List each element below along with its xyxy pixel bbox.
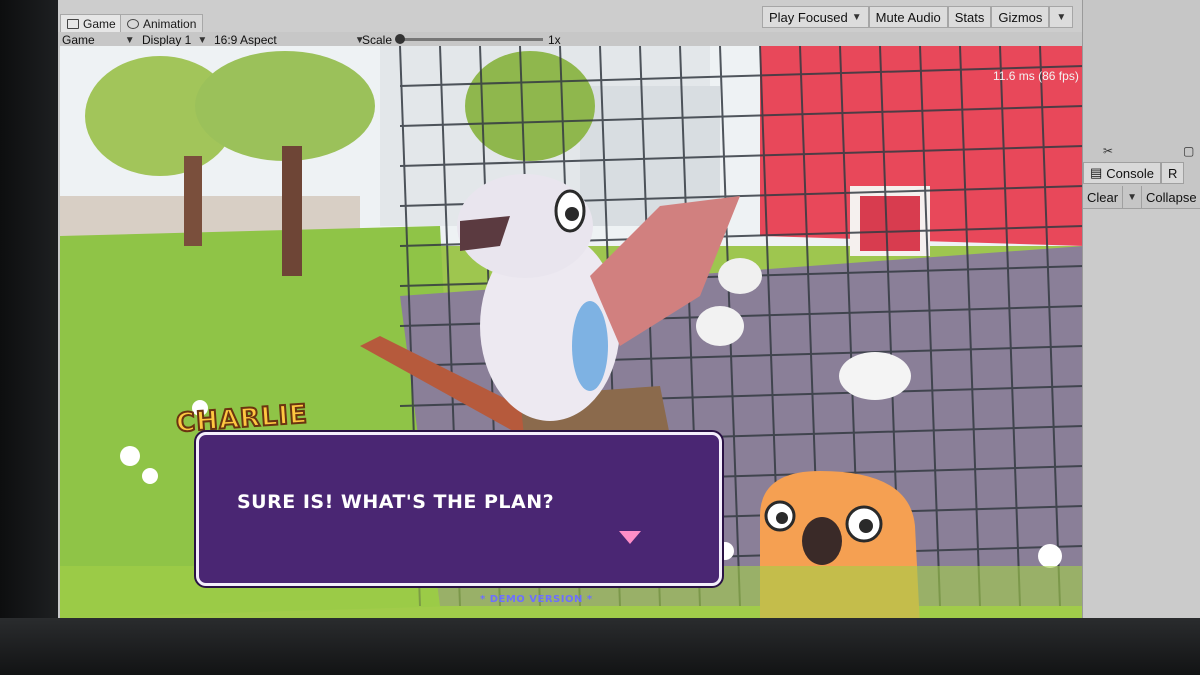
collapse-label: Collapse	[1145, 189, 1197, 205]
scale-label: Scale	[362, 33, 393, 47]
tab-console-label: Console	[1106, 165, 1154, 181]
orange-bird-pupil	[859, 519, 873, 533]
gizmos-button[interactable]: Gizmos	[991, 6, 1050, 28]
play-focused-dropdown[interactable]: Play Focused ▼	[762, 6, 869, 28]
game-viewport[interactable]: 11.6 ms (86 fps) CHARLIE SURE IS! WHAT'S…	[60, 46, 1084, 618]
dialogue-box[interactable]: SURE IS! WHAT'S THE PLAN?	[196, 432, 722, 586]
tab-other-label: R	[1168, 165, 1178, 181]
clear-dropdown[interactable]: ▼	[1123, 186, 1142, 208]
stats-button[interactable]: Stats	[947, 6, 992, 28]
scale-slider-handle[interactable]	[395, 34, 405, 44]
clear-button[interactable]: Clear	[1083, 186, 1124, 208]
tab-animation[interactable]: Animation	[120, 14, 204, 33]
orange-bird-beak	[802, 517, 842, 565]
gizmos-label: Gizmos	[998, 9, 1043, 25]
fps-readout: 11.6 ms (86 fps)	[993, 69, 1079, 83]
tab-game-label: Game	[83, 17, 116, 31]
tab-animation-label: Animation	[143, 17, 197, 31]
scale-slider[interactable]	[395, 34, 543, 44]
unity-editor-window: Game Animation Play Focused ▼ Mute Audio…	[58, 0, 1200, 623]
display-label: Display 1	[142, 33, 192, 47]
continue-arrow-icon[interactable]	[619, 531, 641, 544]
daisy-flower	[1038, 544, 1062, 568]
game-view-toolbar: Play Focused ▼ Mute Audio Stats Gizmos ▼	[762, 6, 1074, 28]
pin-icon[interactable]: ✂	[1103, 144, 1113, 158]
tree-trunk	[282, 146, 302, 276]
chicken	[718, 258, 762, 294]
gizmos-dropdown[interactable]: ▼	[1049, 6, 1074, 28]
editor-tab-strip: Game Animation Play Focused ▼ Mute Audio…	[58, 0, 1200, 33]
mute-audio-label: Mute Audio	[875, 9, 941, 25]
scale-value: 1x	[548, 33, 561, 47]
animation-icon	[127, 19, 139, 29]
dialogue-text: SURE IS! WHAT'S THE PLAN?	[237, 491, 555, 513]
barn-door	[860, 196, 920, 251]
tab-console[interactable]: ▤ Console	[1083, 162, 1161, 184]
chicken	[839, 352, 911, 400]
play-focused-label: Play Focused	[769, 9, 848, 25]
console-log-list[interactable]	[1083, 208, 1200, 623]
console-panel: ✂ ▢ ▤ Console R Clear ▼ Collapse	[1082, 0, 1200, 623]
chevron-down-icon: ▼	[197, 34, 208, 46]
game-view-icon	[67, 19, 79, 29]
console-toolbar: Clear ▼ Collapse	[1083, 186, 1200, 208]
daisy-flower	[120, 446, 140, 466]
daisy-flower	[142, 468, 158, 484]
tree-trunk	[184, 156, 202, 246]
cube-icon[interactable]: ▢	[1183, 144, 1194, 158]
chicken	[696, 306, 744, 346]
monitor-bezel-left	[0, 0, 60, 675]
view-mode-label: Game	[62, 33, 95, 47]
monitor-bezel-bottom	[0, 618, 1200, 675]
demo-version-label: * DEMO VERSION *	[480, 594, 593, 605]
apple-tree	[195, 51, 375, 161]
clear-label: Clear	[1087, 189, 1119, 205]
aspect-label: 16:9 Aspect	[214, 33, 277, 47]
kookaburra-pupil	[565, 207, 579, 221]
tab-other[interactable]: R	[1161, 162, 1185, 184]
console-icon: ▤	[1090, 165, 1103, 180]
stats-label: Stats	[954, 9, 985, 25]
console-tab-strip: ▤ Console R	[1083, 162, 1200, 184]
kookaburra-wing-blue	[572, 301, 608, 391]
chevron-down-icon: ▼	[851, 11, 862, 23]
chevron-down-icon: ▼	[1056, 11, 1067, 23]
tab-game[interactable]: Game	[60, 14, 123, 33]
chevron-down-icon: ▼	[1127, 191, 1137, 203]
chevron-down-icon: ▼	[124, 34, 135, 46]
orange-bird-pupil	[776, 512, 788, 524]
mute-audio-button[interactable]: Mute Audio	[868, 6, 948, 28]
collapse-button[interactable]: Collapse	[1142, 186, 1200, 208]
